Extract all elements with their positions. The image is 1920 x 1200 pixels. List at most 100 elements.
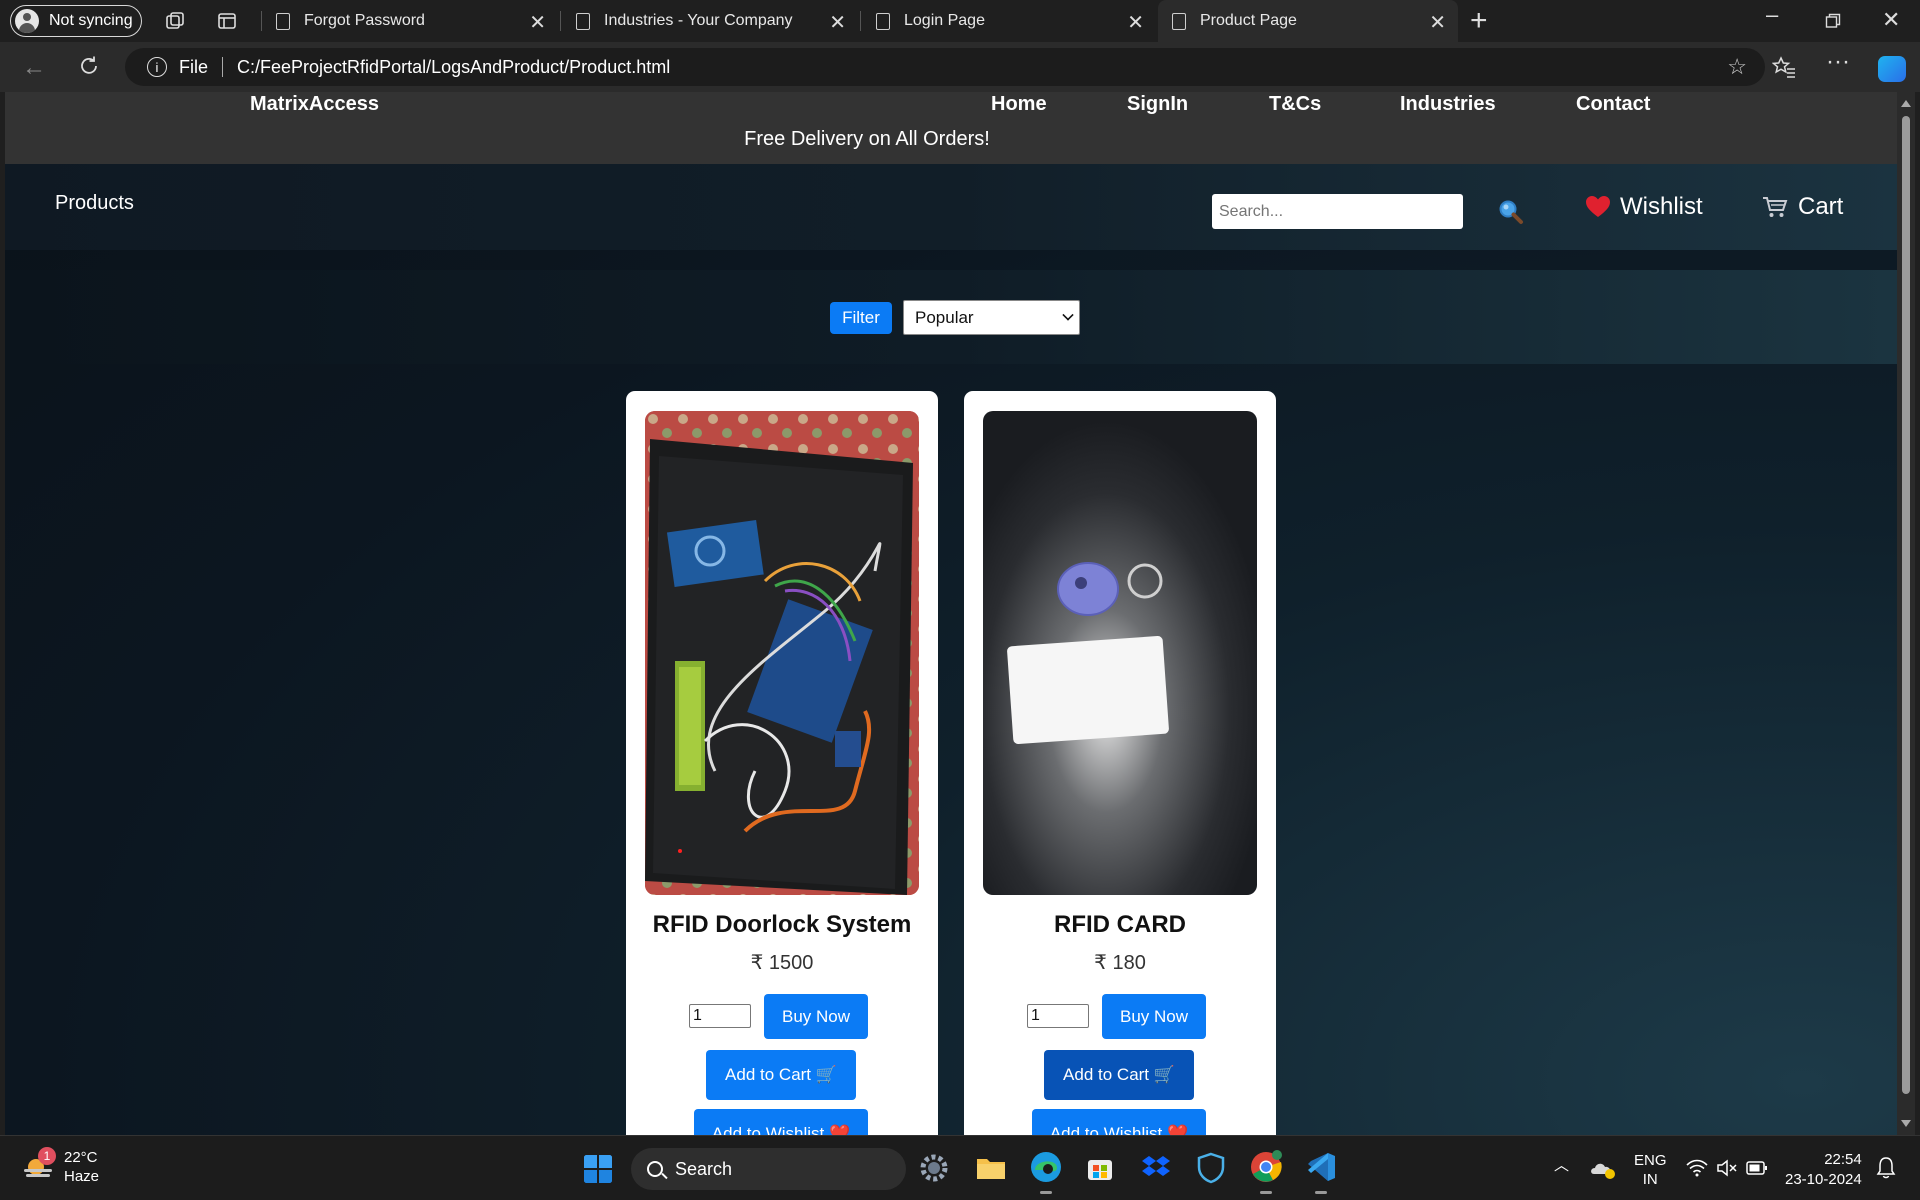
page-icon (576, 12, 590, 30)
brand-logo[interactable]: MatrixAccess (250, 93, 379, 116)
clock-date: 23-10-2024 (1785, 1171, 1862, 1188)
product-price: ₹ 180 (1094, 952, 1146, 974)
profile-label: Not syncing (49, 12, 133, 29)
tab-actions-icon[interactable] (216, 10, 238, 32)
tab-title: Login Page (904, 12, 985, 29)
weather-icon: 1 (22, 1147, 56, 1181)
close-window-button[interactable]: ✕ (1882, 7, 1900, 33)
weather-badge: 1 (38, 1147, 56, 1165)
favorites-icon[interactable] (1772, 56, 1796, 78)
quantity-input[interactable] (689, 1004, 751, 1028)
taskbar: 1 22°C Haze Search ︿ ENG IN 22:54 23-10-… (0, 1135, 1920, 1200)
file-explorer-icon[interactable] (975, 1152, 1007, 1184)
workspaces-icon[interactable] (164, 10, 186, 32)
sort-select[interactable]: Popular (903, 300, 1080, 335)
nav-industries[interactable]: Industries (1400, 93, 1496, 116)
page-icon (1172, 12, 1186, 30)
page-icon (876, 12, 890, 30)
restore-button[interactable] (1825, 13, 1841, 29)
clock-time: 22:54 (1824, 1151, 1862, 1168)
tab-product-page[interactable]: Product Page ✕ (1158, 0, 1458, 42)
chrome-icon[interactable] (1249, 1150, 1283, 1194)
add-to-cart-button[interactable]: Add to Cart 🛒 (706, 1050, 856, 1100)
nav-home[interactable]: Home (991, 93, 1047, 116)
sort-selected-value: Popular (915, 307, 974, 327)
profile-button[interactable]: Not syncing (10, 5, 142, 37)
heart-icon (1586, 196, 1610, 217)
notification-bell-icon[interactable] (1876, 1156, 1896, 1180)
more-options-icon[interactable]: ··· (1826, 48, 1850, 76)
add-to-wishlist-button[interactable]: Add to Wishlist ❤️ (694, 1109, 868, 1135)
volume-muted-icon[interactable] (1716, 1158, 1738, 1178)
nav-terms[interactable]: T&Cs (1269, 93, 1321, 116)
address-url[interactable]: C:/FeeProjectRfidPortal/LogsAndProduct/P… (237, 57, 670, 78)
show-hidden-icons-chevron-icon[interactable]: ︿ (1554, 1154, 1569, 1175)
page-scrollbar[interactable] (1897, 92, 1915, 1135)
tab-title: Forgot Password (304, 12, 425, 29)
buy-now-button[interactable]: Buy Now (764, 994, 868, 1039)
wifi-icon[interactable] (1686, 1158, 1708, 1178)
tab-industries[interactable]: Industries - Your Company ✕ (562, 0, 858, 42)
site-info-icon[interactable]: i (147, 57, 167, 77)
address-bar[interactable]: i File C:/FeeProjectRfidPortal/LogsAndPr… (125, 48, 1765, 86)
vscode-icon[interactable] (1304, 1150, 1338, 1194)
scroll-down-icon[interactable] (1901, 1120, 1911, 1127)
add-to-cart-button[interactable]: Add to Cart 🛒 (1044, 1050, 1194, 1100)
weather-widget[interactable]: 1 22°C Haze (22, 1147, 99, 1186)
close-tab-icon[interactable]: ✕ (529, 10, 546, 35)
filter-bar: Filter Popular (5, 270, 1897, 364)
close-tab-icon[interactable]: ✕ (1127, 10, 1144, 35)
onedrive-icon[interactable] (1590, 1158, 1616, 1180)
avatar-icon (15, 9, 39, 33)
product-image-rfid-card (983, 411, 1257, 895)
close-tab-icon[interactable]: ✕ (1429, 10, 1446, 35)
taskbar-search[interactable]: Search (631, 1148, 906, 1190)
tab-title: Industries - Your Company (604, 12, 793, 29)
favorite-star-icon[interactable]: ☆ (1727, 54, 1747, 80)
tab-login-page[interactable]: Login Page ✕ (862, 0, 1156, 42)
tab-forgot-password[interactable]: Forgot Password ✕ (262, 0, 558, 42)
edge-browser-icon[interactable] (1029, 1150, 1063, 1194)
nav-signin[interactable]: SignIn (1127, 93, 1188, 116)
browser-tab-strip: Not syncing Forgot Password ✕ Industries… (0, 0, 1920, 42)
buy-now-button[interactable]: Buy Now (1102, 994, 1206, 1039)
store-icon[interactable] (1085, 1152, 1115, 1182)
products-toolbar: Products Wishlist Cart (5, 164, 1897, 250)
scroll-up-icon[interactable] (1901, 100, 1911, 107)
close-tab-icon[interactable]: ✕ (829, 10, 846, 35)
cart-link[interactable]: Cart (1762, 193, 1843, 221)
copilot-icon[interactable] (1878, 56, 1906, 82)
battery-icon[interactable] (1746, 1160, 1768, 1176)
filter-button[interactable]: Filter (830, 302, 892, 334)
search-input[interactable] (1212, 194, 1463, 229)
search-icon[interactable] (1498, 199, 1524, 225)
defender-icon[interactable] (1196, 1152, 1226, 1184)
promo-banner: Free Delivery on All Orders! (744, 128, 990, 150)
scrollbar-thumb[interactable] (1902, 116, 1910, 1094)
settings-gear-icon[interactable] (918, 1152, 950, 1184)
cart-label: Cart (1798, 193, 1844, 220)
language-indicator[interactable]: ENG IN (1634, 1151, 1667, 1189)
chevron-down-icon (1062, 309, 1074, 321)
search-icon (647, 1161, 663, 1177)
quantity-input[interactable] (1027, 1004, 1089, 1028)
reload-button[interactable] (78, 55, 100, 77)
system-clock[interactable]: 22:54 23-10-2024 (1785, 1150, 1862, 1190)
lang-secondary: IN (1642, 1171, 1658, 1188)
page-icon (276, 12, 290, 30)
taskbar-search-label: Search (675, 1158, 733, 1179)
minimize-button[interactable]: – (1766, 2, 1778, 28)
new-tab-button[interactable]: + (1470, 4, 1488, 38)
back-button[interactable]: ← (22, 54, 46, 82)
product-card: RFID CARD ₹ 180 Buy Now Add to Cart 🛒 Ad… (964, 391, 1276, 1135)
product-name: RFID CARD (1054, 911, 1186, 938)
start-icon[interactable] (583, 1154, 613, 1184)
wishlist-label: Wishlist (1620, 193, 1703, 220)
nav-contact[interactable]: Contact (1576, 93, 1650, 116)
lang-primary: ENG (1634, 1152, 1667, 1169)
product-name: RFID Doorlock System (652, 911, 912, 938)
dropbox-icon[interactable] (1140, 1152, 1172, 1184)
address-scheme: File (179, 56, 209, 77)
add-to-wishlist-button[interactable]: Add to Wishlist ❤️ (1032, 1109, 1206, 1135)
wishlist-link[interactable]: Wishlist (1585, 193, 1703, 221)
